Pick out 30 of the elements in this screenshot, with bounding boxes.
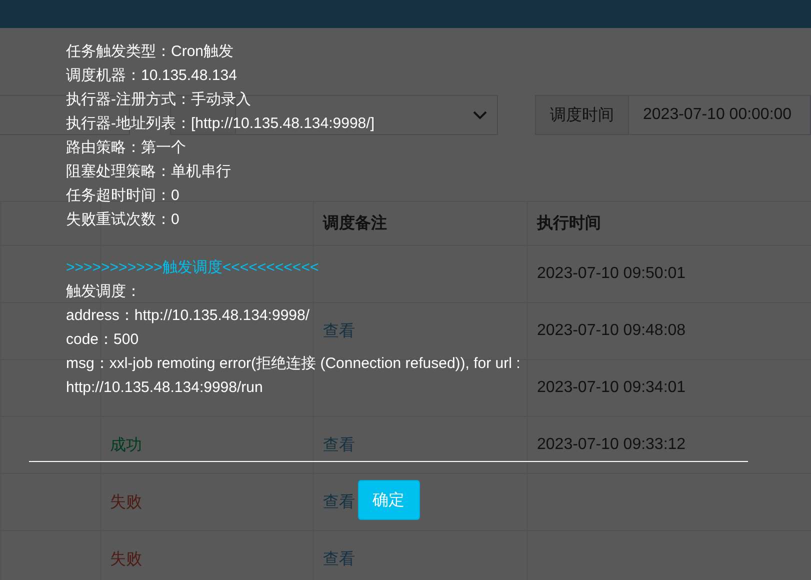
- info-line: 调度机器：10.135.48.134: [66, 66, 237, 86]
- table-cell: 2023-07-10 09:48:08: [537, 322, 686, 340]
- info-line: 任务超时时间：0: [66, 186, 180, 206]
- view-link[interactable]: 查看: [323, 320, 355, 342]
- status-text: 成功: [110, 436, 142, 456]
- info-line: 任务触发类型：Cron触发: [66, 42, 234, 62]
- time-label: 调度时间: [535, 95, 629, 135]
- view-link[interactable]: 查看: [323, 548, 355, 570]
- time-range-field[interactable]: 2023-07-10 00:00:00: [629, 95, 811, 135]
- chevron-down-icon: [473, 110, 487, 120]
- status-text: 失败: [110, 492, 142, 512]
- info-line: msg：xxl-job remoting error(拒绝连接 (Connection refused)), for url : http://10.135.48.134:9998/run: [66, 354, 522, 398]
- table-cell: 2023-07-10 09:33:12: [537, 436, 686, 454]
- table-cell: 2023-07-10 09:50:01: [537, 265, 686, 283]
- info-line: 执行器-地址列表：[http://10.135.48.134:9998/]: [66, 114, 374, 134]
- trigger-heading: >>>>>>>>>>>触发调度<<<<<<<<<<<: [66, 258, 319, 278]
- confirm-button[interactable]: 确定: [358, 480, 420, 520]
- info-line: 触发调度：: [66, 282, 141, 302]
- info-line: code：500: [66, 330, 139, 350]
- info-line: 失败重试次数：0: [66, 210, 180, 230]
- view-link[interactable]: 查看: [323, 492, 355, 512]
- info-line: 路由策略：第一个: [66, 138, 186, 158]
- status-text: 失败: [110, 550, 142, 570]
- column-header: 调度备注: [323, 213, 387, 234]
- table-cell: 2023-07-10 09:34:01: [537, 379, 686, 397]
- info-line: 阻塞处理策略：单机串行: [66, 162, 231, 182]
- view-link[interactable]: 查看: [323, 434, 355, 456]
- info-line: address：http://10.135.48.134:9998/: [66, 306, 310, 326]
- column-header: 执行时间: [537, 214, 601, 234]
- info-line: 执行器-注册方式：手动录入: [66, 90, 251, 110]
